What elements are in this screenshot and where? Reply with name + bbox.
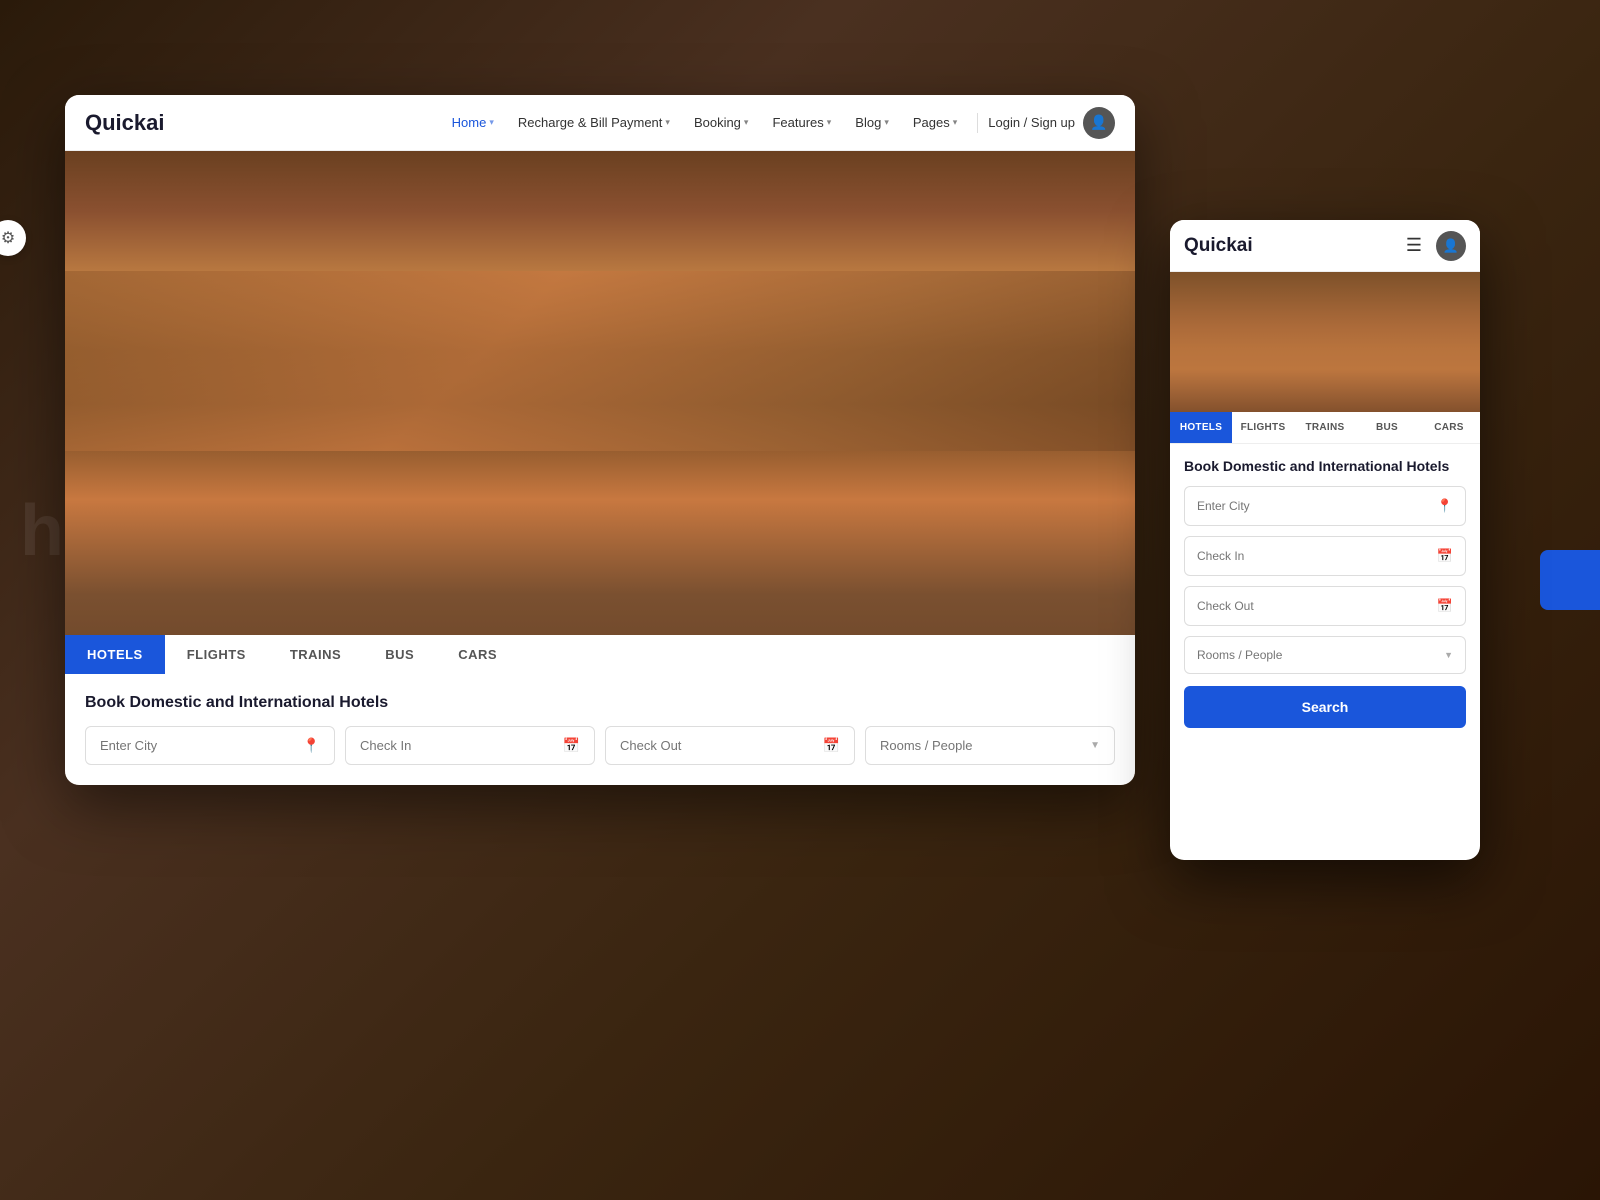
desktop-city-field[interactable]: 📍: [85, 726, 335, 765]
hamburger-icon[interactable]: ☰: [1406, 235, 1422, 256]
nav-divider: [977, 113, 978, 133]
desktop-checkout-field[interactable]: 📅: [605, 726, 855, 765]
location-pin-icon: 📍: [303, 737, 320, 754]
desktop-tab-hotels[interactable]: HOTELS: [65, 635, 165, 674]
nav-link-blog[interactable]: Blog ▾: [845, 109, 899, 136]
mobile-city-input[interactable]: [1197, 499, 1431, 513]
desktop-hero: HOTELS FLIGHTS TRAINS BUS CARS Book Dome…: [65, 151, 1135, 785]
calendar-icon-checkin: 📅: [563, 737, 580, 754]
nav-link-recharge-label: Recharge & Bill Payment: [518, 115, 663, 130]
nav-link-home[interactable]: Home ▾: [442, 109, 504, 136]
avatar-icon: 👤: [1090, 114, 1107, 131]
mobile-calendar-checkin-icon: 📅: [1437, 548, 1453, 564]
nav-link-blog-chevron: ▾: [884, 117, 889, 128]
desktop-form-title: Book Domestic and International Hotels: [85, 694, 1115, 712]
desktop-tab-cars[interactable]: CARS: [436, 635, 519, 674]
nav-link-features[interactable]: Features ▾: [762, 109, 841, 136]
desktop-checkin-input[interactable]: [360, 738, 557, 753]
nav-link-booking-chevron: ▾: [744, 117, 749, 128]
nav-link-pages-label: Pages: [913, 115, 950, 130]
nav-link-features-chevron: ▾: [827, 117, 832, 128]
desktop-search-form: Book Domestic and International Hotels 📍…: [65, 674, 1135, 785]
mobile-avatar-icon: 👤: [1443, 238, 1459, 254]
desktop-tab-trains[interactable]: TRAINS: [268, 635, 363, 674]
nav-link-home-label: Home: [452, 115, 487, 130]
desktop-checkout-input[interactable]: [620, 738, 817, 753]
mobile-checkout-input[interactable]: [1197, 599, 1431, 613]
mobile-checkin-field[interactable]: 📅: [1184, 536, 1466, 576]
desktop-form-row: 📍 📅 📅: [85, 726, 1115, 765]
nav-login-label: Login / Sign up: [988, 115, 1075, 130]
mobile-tab-flights[interactable]: FLIGHTS: [1232, 412, 1294, 443]
nav-link-pages-chevron: ▾: [953, 117, 958, 128]
desktop-checkin-field[interactable]: 📅: [345, 726, 595, 765]
nav-login[interactable]: Login / Sign up 👤: [988, 107, 1115, 139]
nav-link-booking[interactable]: Booking ▾: [684, 109, 759, 136]
background-blue-element: [1540, 550, 1600, 610]
mobile-rooms-input[interactable]: [1197, 648, 1444, 662]
mobile-navbar: Quickai ☰ 👤: [1170, 220, 1480, 272]
nav-link-recharge[interactable]: Recharge & Bill Payment ▾: [508, 109, 680, 136]
mobile-tab-trains[interactable]: TRAINS: [1294, 412, 1356, 443]
nav-link-pages[interactable]: Pages ▾: [903, 109, 967, 136]
nav-link-recharge-chevron: ▾: [665, 117, 670, 128]
mobile-tab-hotels[interactable]: HOTELS: [1170, 412, 1232, 443]
desktop-navbar: Quickai Home ▾ Recharge & Bill Payment ▾…: [65, 95, 1135, 151]
nav-link-blog-label: Blog: [855, 115, 881, 130]
mobile-tab-bus[interactable]: BUS: [1356, 412, 1418, 443]
desktop-rooms-input[interactable]: [880, 738, 1084, 753]
mobile-browser-window: Quickai ☰ 👤 HOTELS FLIGHTS TRAINS BUS CA…: [1170, 220, 1480, 860]
mobile-calendar-checkout-icon: 📅: [1437, 598, 1453, 614]
mobile-hero: [1170, 272, 1480, 412]
nav-link-home-chevron: ▾: [489, 117, 494, 128]
mobile-checkout-field[interactable]: 📅: [1184, 586, 1466, 626]
desktop-browser-window: Quickai Home ▾ Recharge & Bill Payment ▾…: [65, 95, 1135, 785]
mobile-tab-cars[interactable]: CARS: [1418, 412, 1480, 443]
mobile-hero-overlay: [1170, 272, 1480, 412]
mobile-form-title: Book Domestic and International Hotels: [1184, 458, 1466, 474]
desktop-search-panel: HOTELS FLIGHTS TRAINS BUS CARS Book Dome…: [65, 635, 1135, 785]
desktop-tab-bar: HOTELS FLIGHTS TRAINS BUS CARS: [65, 635, 1135, 674]
mobile-brand-logo: Quickai: [1184, 235, 1406, 257]
desktop-city-input[interactable]: [100, 738, 297, 753]
mobile-avatar: 👤: [1436, 231, 1466, 261]
desktop-tab-flights[interactable]: FLIGHTS: [165, 635, 268, 674]
mobile-rooms-field[interactable]: [1184, 636, 1466, 674]
desktop-brand-logo: Quickai: [85, 110, 164, 136]
mobile-location-icon: 📍: [1437, 498, 1453, 514]
mobile-search-form: Book Domestic and International Hotels 📍…: [1170, 444, 1480, 742]
desktop-nav-links: Home ▾ Recharge & Bill Payment ▾ Booking…: [442, 107, 1115, 139]
desktop-tab-bus[interactable]: BUS: [363, 635, 436, 674]
mobile-search-button[interactable]: Search: [1184, 686, 1466, 728]
mobile-city-field[interactable]: 📍: [1184, 486, 1466, 526]
desktop-avatar: 👤: [1083, 107, 1115, 139]
mobile-checkin-input[interactable]: [1197, 549, 1431, 563]
hero-river: [65, 271, 1135, 451]
nav-link-features-label: Features: [772, 115, 823, 130]
mobile-tab-bar: HOTELS FLIGHTS TRAINS BUS CARS: [1170, 412, 1480, 444]
calendar-icon-checkout: 📅: [823, 737, 840, 754]
desktop-rooms-field[interactable]: [865, 726, 1115, 765]
nav-link-booking-label: Booking: [694, 115, 741, 130]
